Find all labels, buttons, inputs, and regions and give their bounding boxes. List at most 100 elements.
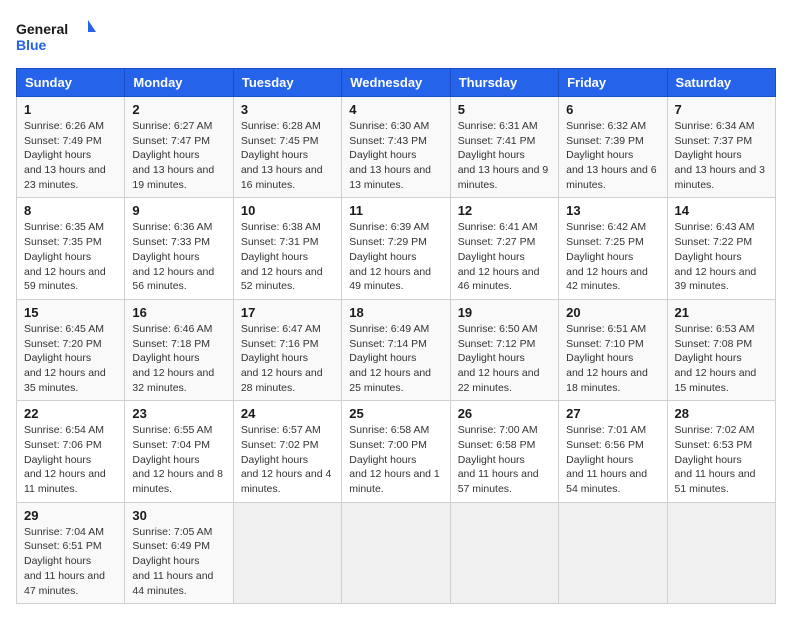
calendar-cell: 26 Sunrise: 7:00 AM Sunset: 6:58 PM Dayl… — [450, 401, 558, 502]
calendar-cell — [342, 502, 450, 603]
day-info: Sunrise: 6:51 AM Sunset: 7:10 PM Dayligh… — [566, 322, 659, 395]
day-number: 11 — [349, 203, 442, 218]
calendar-cell: 7 Sunrise: 6:34 AM Sunset: 7:37 PM Dayli… — [667, 97, 775, 198]
calendar-cell: 21 Sunrise: 6:53 AM Sunset: 7:08 PM Dayl… — [667, 299, 775, 400]
day-number: 14 — [675, 203, 768, 218]
calendar-cell — [450, 502, 558, 603]
calendar-cell: 9 Sunrise: 6:36 AM Sunset: 7:33 PM Dayli… — [125, 198, 233, 299]
calendar-cell: 23 Sunrise: 6:55 AM Sunset: 7:04 PM Dayl… — [125, 401, 233, 502]
calendar-cell: 11 Sunrise: 6:39 AM Sunset: 7:29 PM Dayl… — [342, 198, 450, 299]
day-info: Sunrise: 7:01 AM Sunset: 6:56 PM Dayligh… — [566, 423, 659, 496]
calendar-cell: 5 Sunrise: 6:31 AM Sunset: 7:41 PM Dayli… — [450, 97, 558, 198]
day-info: Sunrise: 6:53 AM Sunset: 7:08 PM Dayligh… — [675, 322, 768, 395]
calendar-header-row: SundayMondayTuesdayWednesdayThursdayFrid… — [17, 69, 776, 97]
day-number: 17 — [241, 305, 334, 320]
day-number: 2 — [132, 102, 225, 117]
header-tuesday: Tuesday — [233, 69, 341, 97]
day-number: 20 — [566, 305, 659, 320]
calendar-cell: 20 Sunrise: 6:51 AM Sunset: 7:10 PM Dayl… — [559, 299, 667, 400]
calendar-cell: 16 Sunrise: 6:46 AM Sunset: 7:18 PM Dayl… — [125, 299, 233, 400]
calendar-week-2: 8 Sunrise: 6:35 AM Sunset: 7:35 PM Dayli… — [17, 198, 776, 299]
day-info: Sunrise: 6:38 AM Sunset: 7:31 PM Dayligh… — [241, 220, 334, 293]
calendar-cell: 6 Sunrise: 6:32 AM Sunset: 7:39 PM Dayli… — [559, 97, 667, 198]
svg-text:General: General — [16, 21, 68, 37]
calendar-cell: 30 Sunrise: 7:05 AM Sunset: 6:49 PM Dayl… — [125, 502, 233, 603]
header-saturday: Saturday — [667, 69, 775, 97]
calendar-cell: 15 Sunrise: 6:45 AM Sunset: 7:20 PM Dayl… — [17, 299, 125, 400]
day-number: 7 — [675, 102, 768, 117]
svg-text:Blue: Blue — [16, 37, 47, 53]
calendar-cell: 24 Sunrise: 6:57 AM Sunset: 7:02 PM Dayl… — [233, 401, 341, 502]
day-info: Sunrise: 6:45 AM Sunset: 7:20 PM Dayligh… — [24, 322, 117, 395]
header-wednesday: Wednesday — [342, 69, 450, 97]
header-thursday: Thursday — [450, 69, 558, 97]
day-number: 19 — [458, 305, 551, 320]
calendar-cell: 17 Sunrise: 6:47 AM Sunset: 7:16 PM Dayl… — [233, 299, 341, 400]
day-info: Sunrise: 7:00 AM Sunset: 6:58 PM Dayligh… — [458, 423, 551, 496]
day-info: Sunrise: 6:54 AM Sunset: 7:06 PM Dayligh… — [24, 423, 117, 496]
calendar-cell: 3 Sunrise: 6:28 AM Sunset: 7:45 PM Dayli… — [233, 97, 341, 198]
calendar-cell: 2 Sunrise: 6:27 AM Sunset: 7:47 PM Dayli… — [125, 97, 233, 198]
header-sunday: Sunday — [17, 69, 125, 97]
calendar-cell: 14 Sunrise: 6:43 AM Sunset: 7:22 PM Dayl… — [667, 198, 775, 299]
day-info: Sunrise: 6:41 AM Sunset: 7:27 PM Dayligh… — [458, 220, 551, 293]
day-number: 10 — [241, 203, 334, 218]
header-monday: Monday — [125, 69, 233, 97]
day-info: Sunrise: 6:47 AM Sunset: 7:16 PM Dayligh… — [241, 322, 334, 395]
calendar-cell — [667, 502, 775, 603]
day-number: 21 — [675, 305, 768, 320]
calendar-cell: 27 Sunrise: 7:01 AM Sunset: 6:56 PM Dayl… — [559, 401, 667, 502]
day-number: 24 — [241, 406, 334, 421]
day-number: 30 — [132, 508, 225, 523]
day-number: 26 — [458, 406, 551, 421]
day-info: Sunrise: 6:57 AM Sunset: 7:02 PM Dayligh… — [241, 423, 334, 496]
day-number: 15 — [24, 305, 117, 320]
calendar-cell: 10 Sunrise: 6:38 AM Sunset: 7:31 PM Dayl… — [233, 198, 341, 299]
day-info: Sunrise: 6:27 AM Sunset: 7:47 PM Dayligh… — [132, 119, 225, 192]
calendar-cell: 19 Sunrise: 6:50 AM Sunset: 7:12 PM Dayl… — [450, 299, 558, 400]
day-number: 29 — [24, 508, 117, 523]
day-info: Sunrise: 6:55 AM Sunset: 7:04 PM Dayligh… — [132, 423, 225, 496]
calendar-cell: 12 Sunrise: 6:41 AM Sunset: 7:27 PM Dayl… — [450, 198, 558, 299]
calendar-cell: 29 Sunrise: 7:04 AM Sunset: 6:51 PM Dayl… — [17, 502, 125, 603]
calendar-cell: 28 Sunrise: 7:02 AM Sunset: 6:53 PM Dayl… — [667, 401, 775, 502]
day-number: 9 — [132, 203, 225, 218]
day-number: 22 — [24, 406, 117, 421]
day-info: Sunrise: 6:49 AM Sunset: 7:14 PM Dayligh… — [349, 322, 442, 395]
calendar-cell: 25 Sunrise: 6:58 AM Sunset: 7:00 PM Dayl… — [342, 401, 450, 502]
calendar-cell: 8 Sunrise: 6:35 AM Sunset: 7:35 PM Dayli… — [17, 198, 125, 299]
header: General Blue — [16, 16, 776, 56]
day-info: Sunrise: 6:31 AM Sunset: 7:41 PM Dayligh… — [458, 119, 551, 192]
day-number: 28 — [675, 406, 768, 421]
calendar-week-3: 15 Sunrise: 6:45 AM Sunset: 7:20 PM Dayl… — [17, 299, 776, 400]
day-info: Sunrise: 6:36 AM Sunset: 7:33 PM Dayligh… — [132, 220, 225, 293]
calendar-cell — [233, 502, 341, 603]
day-number: 27 — [566, 406, 659, 421]
logo-svg: General Blue — [16, 16, 96, 56]
day-info: Sunrise: 7:02 AM Sunset: 6:53 PM Dayligh… — [675, 423, 768, 496]
calendar-table: SundayMondayTuesdayWednesdayThursdayFrid… — [16, 68, 776, 604]
day-number: 5 — [458, 102, 551, 117]
day-info: Sunrise: 6:58 AM Sunset: 7:00 PM Dayligh… — [349, 423, 442, 496]
day-info: Sunrise: 6:39 AM Sunset: 7:29 PM Dayligh… — [349, 220, 442, 293]
calendar-week-1: 1 Sunrise: 6:26 AM Sunset: 7:49 PM Dayli… — [17, 97, 776, 198]
day-info: Sunrise: 6:30 AM Sunset: 7:43 PM Dayligh… — [349, 119, 442, 192]
day-info: Sunrise: 6:34 AM Sunset: 7:37 PM Dayligh… — [675, 119, 768, 192]
day-info: Sunrise: 6:42 AM Sunset: 7:25 PM Dayligh… — [566, 220, 659, 293]
day-info: Sunrise: 6:26 AM Sunset: 7:49 PM Dayligh… — [24, 119, 117, 192]
day-info: Sunrise: 6:46 AM Sunset: 7:18 PM Dayligh… — [132, 322, 225, 395]
day-number: 18 — [349, 305, 442, 320]
day-info: Sunrise: 6:50 AM Sunset: 7:12 PM Dayligh… — [458, 322, 551, 395]
calendar-cell: 13 Sunrise: 6:42 AM Sunset: 7:25 PM Dayl… — [559, 198, 667, 299]
day-number: 23 — [132, 406, 225, 421]
day-number: 4 — [349, 102, 442, 117]
calendar-cell: 4 Sunrise: 6:30 AM Sunset: 7:43 PM Dayli… — [342, 97, 450, 198]
day-info: Sunrise: 6:43 AM Sunset: 7:22 PM Dayligh… — [675, 220, 768, 293]
calendar-cell — [559, 502, 667, 603]
calendar-cell: 1 Sunrise: 6:26 AM Sunset: 7:49 PM Dayli… — [17, 97, 125, 198]
day-number: 6 — [566, 102, 659, 117]
logo: General Blue — [16, 16, 96, 56]
calendar-cell: 22 Sunrise: 6:54 AM Sunset: 7:06 PM Dayl… — [17, 401, 125, 502]
day-number: 12 — [458, 203, 551, 218]
header-friday: Friday — [559, 69, 667, 97]
